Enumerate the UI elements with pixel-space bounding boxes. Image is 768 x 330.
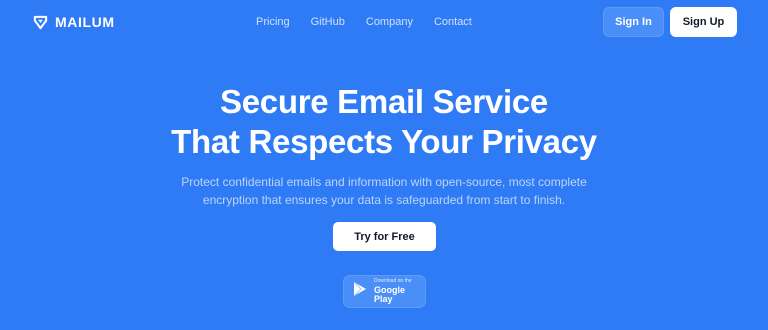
brand-logo[interactable]: MAILUM <box>33 14 115 30</box>
store-text: Download on the Google Play <box>374 279 425 304</box>
hero-title-line-1: Secure Email Service <box>220 83 548 120</box>
try-for-free-button[interactable]: Try for Free <box>333 222 436 251</box>
nav-link-contact[interactable]: Contact <box>434 16 472 28</box>
brand-name: MAILUM <box>55 14 115 30</box>
hero-title-line-2: That Respects Your Privacy <box>171 123 597 160</box>
nav-link-company[interactable]: Company <box>366 16 413 28</box>
store-small-text: Download on the <box>374 278 412 284</box>
hero-title: Secure Email Service That Respects Your … <box>0 82 768 162</box>
nav-link-github[interactable]: GitHub <box>311 16 345 28</box>
hero-subtitle-line-2: encryption that ensures your data is saf… <box>202 193 566 207</box>
play-icon <box>353 281 367 302</box>
google-play-badge[interactable]: Download on the Google Play <box>343 275 426 308</box>
sign-in-button[interactable]: Sign In <box>603 7 664 37</box>
nav-link-pricing[interactable]: Pricing <box>256 16 290 28</box>
top-nav: MAILUM Pricing GitHub Company Contact Si… <box>0 0 768 44</box>
store-big-text: Google Play <box>374 285 405 304</box>
shield-logo-icon <box>33 15 48 30</box>
sign-up-button[interactable]: Sign Up <box>670 7 737 37</box>
nav-links: Pricing GitHub Company Contact <box>256 16 493 28</box>
hero-subtitle-line-1: Protect confidential emails and informat… <box>181 175 587 189</box>
hero-subtitle: Protect confidential emails and informat… <box>0 173 768 209</box>
